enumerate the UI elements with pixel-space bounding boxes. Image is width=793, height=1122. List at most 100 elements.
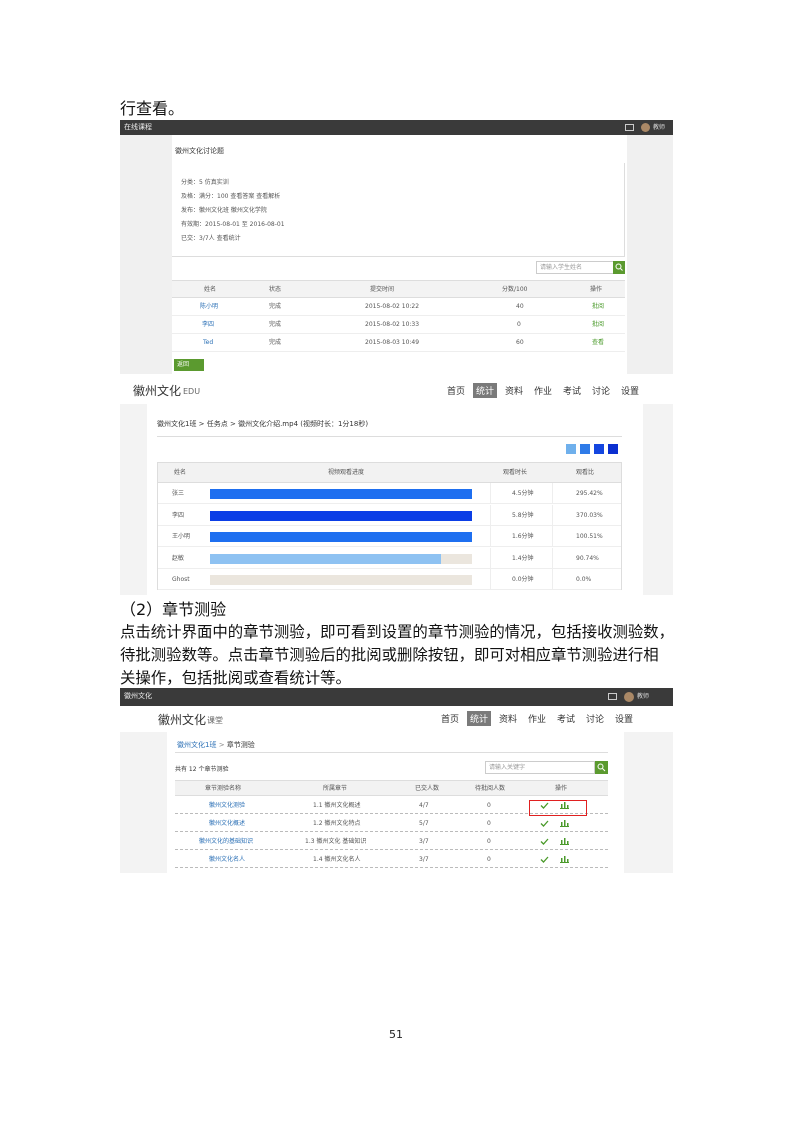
search-input[interactable]: 请输入关键字 <box>485 761 595 774</box>
nav-item[interactable]: 资料 <box>502 383 526 398</box>
nav-item[interactable]: 考试 <box>554 711 578 726</box>
quiz-count: 共有 12 个章节测验 <box>175 766 229 773</box>
col-header: 观看时长 <box>503 469 528 476</box>
table-row: 李四 完成 2015-08-02 10:33 0 批阅 <box>172 316 625 334</box>
highlight-box <box>529 800 587 816</box>
logo-suffix: 课堂 <box>207 716 223 725</box>
nav-item[interactable]: 作业 <box>525 711 549 726</box>
info-line: 分类：5 仿真实训 <box>181 179 229 186</box>
col-header: 状态 <box>269 286 282 293</box>
quiz-name-link[interactable]: 徽州文化名人 <box>209 856 245 864</box>
progress-track <box>210 489 472 499</box>
table-header: 章节测验名称 所属章节 已交人数 待批阅人数 操作 <box>175 780 608 796</box>
top-bar-title: 在线课程 <box>124 123 152 131</box>
breadcrumb-separator: > <box>218 741 227 749</box>
cell-divider <box>490 483 491 504</box>
mail-icon[interactable] <box>625 124 634 131</box>
watch-duration: 0.0分钟 <box>512 576 534 583</box>
submitted-count: 3/7 <box>419 838 429 845</box>
breadcrumb: 徽州文化1班 > 任务点 > 徽州文化介绍.mp4 (视频时长：1分18秒) <box>157 420 369 428</box>
search-button[interactable] <box>595 761 608 774</box>
top-bar: 徽州文化 教师 <box>120 688 673 706</box>
logo-suffix: EDU <box>183 387 201 396</box>
info-line: 及格：满分：100 查看答案 查看解析 <box>181 193 281 200</box>
col-header: 章节测验名称 <box>205 785 242 792</box>
content-panel: 徽州文化1班 > 章节测验 共有 12 个章节测验 请输入关键字 章节测验名称 … <box>167 732 624 873</box>
info-box: 分类：5 仿真实训 及格：满分：100 查看答案 查看解析 发布：徽州文化班 徽… <box>172 163 625 257</box>
stats-chart-icon[interactable] <box>560 819 569 827</box>
cell-divider <box>552 569 553 590</box>
progress-track <box>210 510 472 521</box>
nav-item[interactable]: 资料 <box>496 711 520 726</box>
breadcrumb-current: 章节测验 <box>226 741 255 749</box>
card-title: 徽州文化讨论题 <box>175 147 224 155</box>
breadcrumb-home[interactable]: 徽州文化1班 <box>177 741 216 749</box>
mail-icon[interactable] <box>608 693 617 700</box>
stats-chart-icon[interactable] <box>560 837 569 845</box>
nav-item[interactable]: 首页 <box>438 711 462 726</box>
screenshot-video-stats: 徽州文化 EDU 首页 统计 资料 作业 考试 讨论 设置 徽州文化1班 > 任务点 > 徽… <box>120 377 673 595</box>
col-header: 观看比 <box>576 469 595 476</box>
legend-swatch <box>608 444 618 454</box>
watch-ratio: 0.0% <box>576 576 592 583</box>
nav-item[interactable]: 讨论 <box>589 383 613 398</box>
table-row: 赵敏 1.4分钟 90.74% <box>158 547 621 569</box>
breadcrumb: 徽州文化1班 > 章节测验 <box>177 741 255 749</box>
intro-text: 行查看。 <box>120 99 185 118</box>
submitted-count: 3/7 <box>419 856 429 863</box>
review-link[interactable]: 批阅 <box>592 303 604 311</box>
quiz-name-link[interactable]: 徽州文化测验 <box>209 802 245 810</box>
search-button[interactable] <box>613 261 625 274</box>
nav-item[interactable]: 设置 <box>618 383 642 398</box>
top-bar-title: 徽州文化 <box>124 692 152 700</box>
top-bar: 在线课程 教师 <box>120 120 673 135</box>
review-check-icon[interactable] <box>540 838 549 845</box>
progress-fill <box>210 489 472 499</box>
cell-divider <box>490 547 491 569</box>
col-header: 分数/100 <box>502 286 528 293</box>
table-row: 徽州文化的基础知识 1.3 徽州文化 基础知识 3/7 0 <box>175 832 608 850</box>
table-row: 徽州文化名人 1.4 徽州文化名人 3/7 0 <box>175 850 608 868</box>
user-name[interactable]: 教师 <box>653 124 665 132</box>
nav-item[interactable]: 设置 <box>612 711 636 726</box>
watch-duration: 1.4分钟 <box>512 554 534 562</box>
avatar[interactable] <box>624 692 634 702</box>
table-row: Ted 完成 2015-08-03 10:49 60 查看 <box>172 334 625 352</box>
legend-swatch <box>580 444 590 454</box>
main-panel: 徽州文化讨论题 分类：5 仿真实训 及格：满分：100 查看答案 查看解析 发布… <box>172 135 627 374</box>
cell-divider <box>490 569 491 590</box>
progress-track <box>210 553 472 564</box>
back-button[interactable]: 返回 <box>174 359 204 371</box>
review-link[interactable]: 批阅 <box>592 321 604 329</box>
grading-table: 姓名 状态 提交时间 分数/100 操作 陈小明 完成 2015-08-02 1… <box>172 280 625 365</box>
table-row: Ghost 0.0分钟 0.0% <box>158 569 621 590</box>
logo: 徽州文化 <box>133 384 182 398</box>
search-input[interactable]: 请输入学生姓名 <box>536 261 614 274</box>
progress-fill <box>210 532 472 542</box>
nav-item[interactable]: 考试 <box>560 383 584 398</box>
table-row: 徽州文化概述 1.2 徽州文化特点 5/7 0 <box>175 814 608 832</box>
review-check-icon[interactable] <box>540 856 549 863</box>
info-line: 有效期：2015-08-01 至 2016-08-01 <box>181 221 285 228</box>
col-header: 所属章节 <box>323 785 348 792</box>
nav-item[interactable]: 首页 <box>444 383 468 398</box>
progress-fill <box>210 510 472 521</box>
progress-track <box>210 532 472 542</box>
view-link[interactable]: 查看 <box>592 339 604 347</box>
user-name[interactable]: 教师 <box>637 693 649 701</box>
nav-item[interactable]: 作业 <box>531 383 555 398</box>
nav-item[interactable]: 讨论 <box>583 711 607 726</box>
nav-item[interactable]: 统计 <box>473 383 498 398</box>
col-header: 待批阅人数 <box>475 785 506 792</box>
stats-chart-icon[interactable] <box>560 855 569 863</box>
nav-item[interactable]: 统计 <box>467 711 492 726</box>
divider <box>175 752 608 753</box>
pending-count: 0 <box>487 820 491 827</box>
review-check-icon[interactable] <box>540 820 549 827</box>
student-name: 王小明 <box>172 533 191 540</box>
quiz-name-link[interactable]: 徽州文化概述 <box>209 820 245 828</box>
quiz-name-link[interactable]: 徽州文化的基础知识 <box>199 838 253 846</box>
watch-ratio: 100.51% <box>576 533 603 540</box>
cell-divider <box>552 526 553 547</box>
avatar[interactable] <box>641 123 650 132</box>
